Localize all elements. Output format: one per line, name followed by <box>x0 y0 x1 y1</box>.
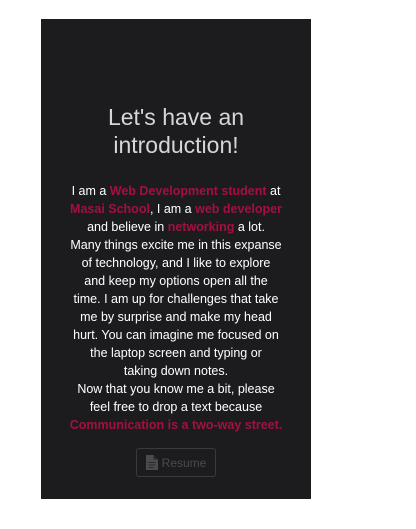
resume-button-label: Resume <box>161 455 207 470</box>
bio-text: , I am a <box>149 202 196 216</box>
highlight-web-developer: web developer <box>195 202 282 216</box>
bio-line: time. I am up for challenges that take <box>73 292 279 306</box>
bio-line: taking down notes. <box>123 364 229 378</box>
bio-line: the laptop screen and typing or <box>90 346 262 360</box>
bio-text: and believe in <box>87 220 168 234</box>
bio-line: me by surprise and make my head <box>80 310 272 324</box>
intro-bio: I am a Web Development student at Masai … <box>69 182 283 434</box>
highlight-communication: Communication is a two-way street. <box>69 418 283 432</box>
highlight-networking: networking <box>167 220 235 234</box>
bio-line: Masai School, I am a web developer <box>69 200 283 218</box>
bio-line: Many things excite me in this expanse <box>70 238 282 252</box>
resume-button[interactable]: Resume <box>136 448 216 477</box>
intro-title-line-2: introduction! <box>113 132 239 158</box>
highlight-masai-school: Masai School <box>70 202 150 216</box>
bio-line: and keep my options open all the <box>84 274 268 288</box>
intro-title: Let's have an introduction! <box>41 103 311 159</box>
bio-text: I am a <box>71 184 110 198</box>
bio-line: of technology, and I like to explore <box>81 256 271 270</box>
bio-line: I am a Web Development student at <box>69 182 283 200</box>
bio-text: a lot. <box>234 220 265 234</box>
bio-line: feel free to drop a text because <box>89 400 263 414</box>
highlight-web-dev-student: Web Development student <box>109 184 267 198</box>
intro-title-line-1: Let's have an <box>107 104 245 130</box>
bio-text: at <box>266 184 281 198</box>
bio-line: hurt. You can imagine me focused on <box>73 328 279 342</box>
file-icon <box>145 455 158 470</box>
bio-line: and believe in networking a lot. <box>69 218 283 236</box>
bio-line: Now that you know me a bit, please <box>77 382 275 396</box>
intro-card: Let's have an introduction! I am a Web D… <box>41 19 311 499</box>
